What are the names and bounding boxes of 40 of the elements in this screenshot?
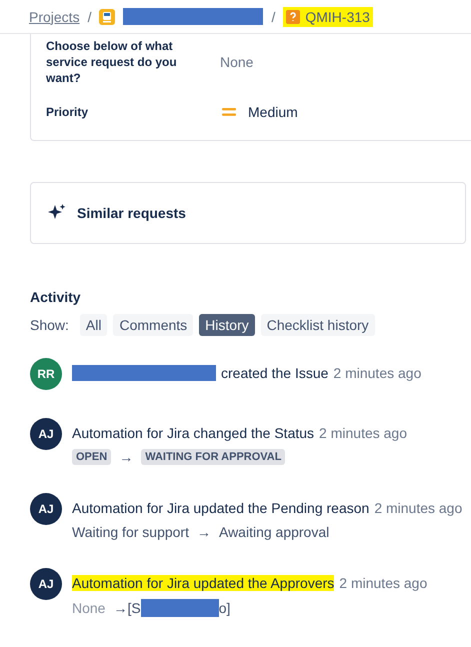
avatar[interactable]: AJ: [30, 568, 62, 600]
arrow: →: [196, 524, 211, 540]
projects-link[interactable]: Projects: [29, 8, 80, 24]
new-value-start: [S: [127, 600, 141, 616]
field-value: None: [220, 54, 254, 70]
old-value: Waiting for support: [72, 524, 189, 540]
arrow: →: [119, 449, 134, 465]
field-label: Choose below of what service request do you want?: [46, 38, 178, 86]
project-icon[interactable]: [99, 8, 116, 24]
timestamp: 2 minutes ago: [319, 425, 407, 441]
show-label: Show:: [30, 317, 69, 333]
status-lozenge: OPEN: [72, 449, 112, 465]
field-label: Priority: [46, 104, 90, 120]
activity-text: Automation for Jira changed the Status: [72, 425, 314, 441]
new-value-end: o]: [218, 600, 230, 616]
issue-key-link[interactable]: QMIH-313: [283, 6, 373, 26]
activity-text: Automation for Jira updated the Approvers: [72, 575, 334, 591]
field-value: Medium: [248, 104, 298, 120]
filter-tab[interactable]: Comments: [113, 314, 194, 336]
breadcrumb-separator: /: [88, 8, 92, 24]
avatar[interactable]: AJ: [30, 418, 62, 450]
timestamp: 2 minutes ago: [339, 575, 428, 591]
new-value: Awaiting approval: [218, 524, 330, 540]
old-value: None: [72, 600, 106, 616]
activity-text: created the Issue: [221, 365, 328, 381]
filter-tab[interactable]: All: [80, 314, 108, 336]
avatar[interactable]: AJ: [30, 493, 62, 525]
filter-tab[interactable]: Checklist history: [260, 314, 375, 336]
avatar[interactable]: RR: [30, 358, 62, 390]
status-lozenge: WAITING FOR APPROVAL: [141, 449, 286, 465]
timestamp: 2 minutes ago: [374, 500, 462, 516]
activity-text: Automation for Jira updated the Pending reason: [72, 500, 370, 516]
activity-heading: Activity: [30, 289, 82, 305]
arrow: →: [113, 600, 128, 616]
question-icon: [286, 10, 300, 24]
timestamp: 2 minutes ago: [333, 365, 422, 381]
similar-requests-card[interactable]: Similar requests: [30, 182, 466, 244]
filter-tab[interactable]: History: [199, 314, 255, 336]
priority-medium-icon: [222, 107, 236, 117]
breadcrumb-separator: /: [271, 8, 276, 24]
